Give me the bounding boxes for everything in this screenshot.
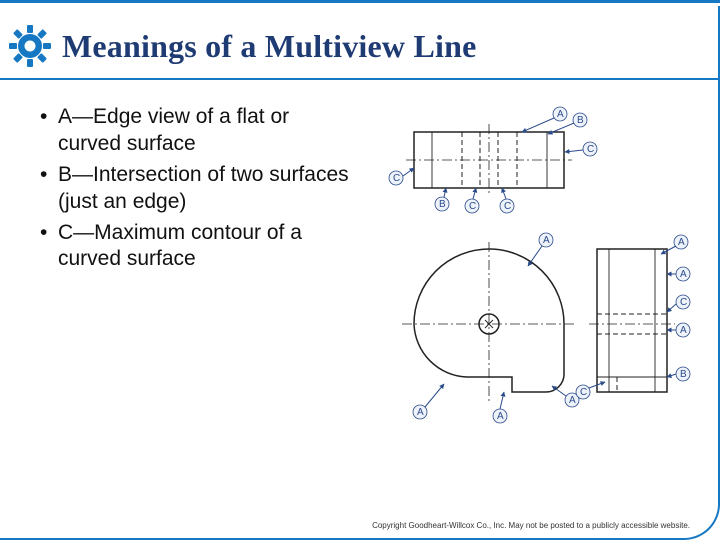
svg-text:A: A xyxy=(680,325,687,336)
bullet-c: C—Maximum contour of a curved surface xyxy=(40,220,353,274)
bullet-list: A—Edge view of a flat or curved surface … xyxy=(40,104,353,444)
copyright-text: Copyright Goodheart-Willcox Co., Inc. Ma… xyxy=(372,521,690,530)
svg-text:C: C xyxy=(580,387,587,398)
svg-text:A: A xyxy=(569,395,576,406)
title-row: Meanings of a Multiview Line xyxy=(0,6,718,80)
top-view: A B C C B C C xyxy=(389,107,597,213)
svg-text:A: A xyxy=(557,109,564,120)
side-view: A A C A B C xyxy=(576,235,690,399)
svg-text:C: C xyxy=(680,297,687,308)
svg-text:B: B xyxy=(577,115,584,126)
svg-text:C: C xyxy=(393,173,400,184)
svg-text:B: B xyxy=(439,199,446,210)
svg-text:B: B xyxy=(680,369,687,380)
svg-text:C: C xyxy=(469,201,476,212)
gear-icon xyxy=(8,24,52,68)
svg-text:A: A xyxy=(497,411,504,422)
bullet-a: A—Edge view of a flat or curved surface xyxy=(40,104,353,158)
page-title: Meanings of a Multiview Line xyxy=(62,28,476,65)
svg-text:C: C xyxy=(587,144,594,155)
svg-text:A: A xyxy=(543,235,550,246)
svg-text:A: A xyxy=(678,237,685,248)
bullet-b: B—Intersection of two surfaces (just an … xyxy=(40,162,353,216)
multiview-figure: A B C C B C C xyxy=(363,104,702,444)
svg-text:C: C xyxy=(504,201,511,212)
svg-text:A: A xyxy=(417,407,424,418)
front-view: A A A A xyxy=(402,233,579,423)
svg-text:A: A xyxy=(680,269,687,280)
